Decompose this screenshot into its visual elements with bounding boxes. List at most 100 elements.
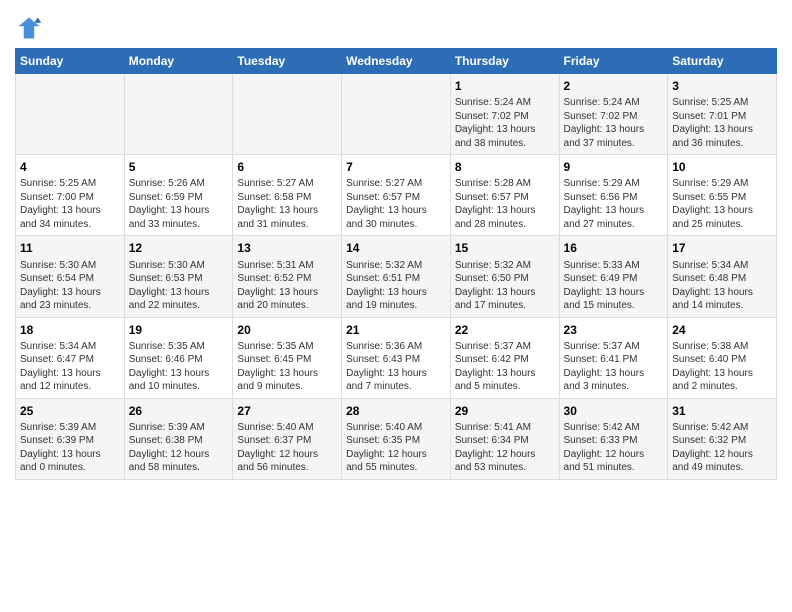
header-day-tuesday: Tuesday: [233, 49, 342, 74]
day-info: Sunset: 6:40 PM: [672, 353, 772, 367]
calendar-week-row: 1Sunrise: 5:24 AMSunset: 7:02 PMDaylight…: [16, 74, 777, 155]
day-info: Sunrise: 5:30 AM: [20, 259, 120, 273]
calendar-cell: 1Sunrise: 5:24 AMSunset: 7:02 PMDaylight…: [450, 74, 559, 155]
day-info: Sunset: 6:59 PM: [129, 191, 229, 205]
day-number: 25: [20, 403, 120, 419]
calendar-week-row: 11Sunrise: 5:30 AMSunset: 6:54 PMDayligh…: [16, 236, 777, 317]
header-day-monday: Monday: [124, 49, 233, 74]
header-day-friday: Friday: [559, 49, 668, 74]
day-info: Daylight: 13 hours: [129, 286, 229, 300]
day-info: Sunrise: 5:42 AM: [672, 421, 772, 435]
day-info: Sunrise: 5:25 AM: [672, 96, 772, 110]
day-info: Daylight: 13 hours: [672, 123, 772, 137]
calendar-cell: 13Sunrise: 5:31 AMSunset: 6:52 PMDayligh…: [233, 236, 342, 317]
calendar-table: SundayMondayTuesdayWednesdayThursdayFrid…: [15, 48, 777, 480]
day-info: Sunset: 6:55 PM: [672, 191, 772, 205]
day-info: and 37 minutes.: [564, 137, 664, 151]
header-day-saturday: Saturday: [668, 49, 777, 74]
day-info: Daylight: 13 hours: [237, 286, 337, 300]
day-info: and 25 minutes.: [672, 218, 772, 232]
day-info: Daylight: 12 hours: [346, 448, 446, 462]
day-info: and 14 minutes.: [672, 299, 772, 313]
header-day-wednesday: Wednesday: [342, 49, 451, 74]
day-info: Daylight: 13 hours: [129, 367, 229, 381]
day-info: Sunrise: 5:24 AM: [455, 96, 555, 110]
calendar-header-row: SundayMondayTuesdayWednesdayThursdayFrid…: [16, 49, 777, 74]
day-info: Sunset: 6:56 PM: [564, 191, 664, 205]
day-info: Daylight: 13 hours: [20, 448, 120, 462]
day-info: Sunrise: 5:27 AM: [237, 177, 337, 191]
calendar-cell: 14Sunrise: 5:32 AMSunset: 6:51 PMDayligh…: [342, 236, 451, 317]
day-info: Sunrise: 5:38 AM: [672, 340, 772, 354]
day-number: 19: [129, 322, 229, 338]
page-container: SundayMondayTuesdayWednesdayThursdayFrid…: [0, 0, 792, 490]
day-info: and 49 minutes.: [672, 461, 772, 475]
day-info: Sunset: 6:57 PM: [346, 191, 446, 205]
day-number: 24: [672, 322, 772, 338]
calendar-cell: 22Sunrise: 5:37 AMSunset: 6:42 PMDayligh…: [450, 317, 559, 398]
day-info: Sunset: 6:33 PM: [564, 434, 664, 448]
calendar-cell: 12Sunrise: 5:30 AMSunset: 6:53 PMDayligh…: [124, 236, 233, 317]
day-info: Sunrise: 5:35 AM: [129, 340, 229, 354]
day-info: Sunset: 6:52 PM: [237, 272, 337, 286]
header: [15, 10, 777, 42]
day-number: 7: [346, 159, 446, 175]
day-info: Daylight: 13 hours: [672, 204, 772, 218]
day-info: Sunset: 6:50 PM: [455, 272, 555, 286]
day-info: Sunset: 6:46 PM: [129, 353, 229, 367]
day-info: Sunrise: 5:24 AM: [564, 96, 664, 110]
day-info: Sunset: 7:01 PM: [672, 110, 772, 124]
calendar-cell: 11Sunrise: 5:30 AMSunset: 6:54 PMDayligh…: [16, 236, 125, 317]
day-info: Sunset: 6:58 PM: [237, 191, 337, 205]
day-info: Daylight: 13 hours: [237, 367, 337, 381]
day-number: 15: [455, 240, 555, 256]
day-info: Sunrise: 5:27 AM: [346, 177, 446, 191]
day-info: Sunrise: 5:29 AM: [672, 177, 772, 191]
day-info: Daylight: 13 hours: [455, 286, 555, 300]
day-info: and 58 minutes.: [129, 461, 229, 475]
day-info: Daylight: 12 hours: [129, 448, 229, 462]
day-info: and 31 minutes.: [237, 218, 337, 232]
day-info: Sunrise: 5:34 AM: [20, 340, 120, 354]
logo-icon: [15, 14, 43, 42]
day-info: Sunrise: 5:39 AM: [20, 421, 120, 435]
calendar-cell: 31Sunrise: 5:42 AMSunset: 6:32 PMDayligh…: [668, 398, 777, 479]
calendar-cell: 20Sunrise: 5:35 AMSunset: 6:45 PMDayligh…: [233, 317, 342, 398]
day-number: 1: [455, 78, 555, 94]
day-info: Sunset: 6:37 PM: [237, 434, 337, 448]
day-info: and 33 minutes.: [129, 218, 229, 232]
day-info: Sunset: 6:34 PM: [455, 434, 555, 448]
day-info: Sunrise: 5:32 AM: [346, 259, 446, 273]
day-info: Daylight: 12 hours: [237, 448, 337, 462]
day-info: Daylight: 12 hours: [455, 448, 555, 462]
calendar-week-row: 25Sunrise: 5:39 AMSunset: 6:39 PMDayligh…: [16, 398, 777, 479]
day-info: Daylight: 13 hours: [20, 367, 120, 381]
day-info: Sunset: 6:53 PM: [129, 272, 229, 286]
day-info: Sunrise: 5:34 AM: [672, 259, 772, 273]
calendar-cell: 21Sunrise: 5:36 AMSunset: 6:43 PMDayligh…: [342, 317, 451, 398]
day-number: 2: [564, 78, 664, 94]
day-info: Sunset: 6:42 PM: [455, 353, 555, 367]
day-info: Daylight: 13 hours: [564, 286, 664, 300]
day-info: Daylight: 13 hours: [564, 367, 664, 381]
day-info: Sunrise: 5:26 AM: [129, 177, 229, 191]
day-info: Sunset: 6:49 PM: [564, 272, 664, 286]
day-info: Daylight: 13 hours: [346, 204, 446, 218]
day-info: and 12 minutes.: [20, 380, 120, 394]
header-day-thursday: Thursday: [450, 49, 559, 74]
calendar-cell: 18Sunrise: 5:34 AMSunset: 6:47 PMDayligh…: [16, 317, 125, 398]
day-info: Sunset: 6:41 PM: [564, 353, 664, 367]
day-number: 29: [455, 403, 555, 419]
day-info: and 53 minutes.: [455, 461, 555, 475]
calendar-cell: [16, 74, 125, 155]
calendar-cell: 2Sunrise: 5:24 AMSunset: 7:02 PMDaylight…: [559, 74, 668, 155]
day-info: and 7 minutes.: [346, 380, 446, 394]
day-info: Daylight: 13 hours: [455, 123, 555, 137]
day-info: Daylight: 13 hours: [129, 204, 229, 218]
day-info: and 20 minutes.: [237, 299, 337, 313]
day-info: Sunrise: 5:42 AM: [564, 421, 664, 435]
day-info: Daylight: 13 hours: [455, 367, 555, 381]
calendar-cell: 28Sunrise: 5:40 AMSunset: 6:35 PMDayligh…: [342, 398, 451, 479]
calendar-cell: 29Sunrise: 5:41 AMSunset: 6:34 PMDayligh…: [450, 398, 559, 479]
calendar-cell: 17Sunrise: 5:34 AMSunset: 6:48 PMDayligh…: [668, 236, 777, 317]
